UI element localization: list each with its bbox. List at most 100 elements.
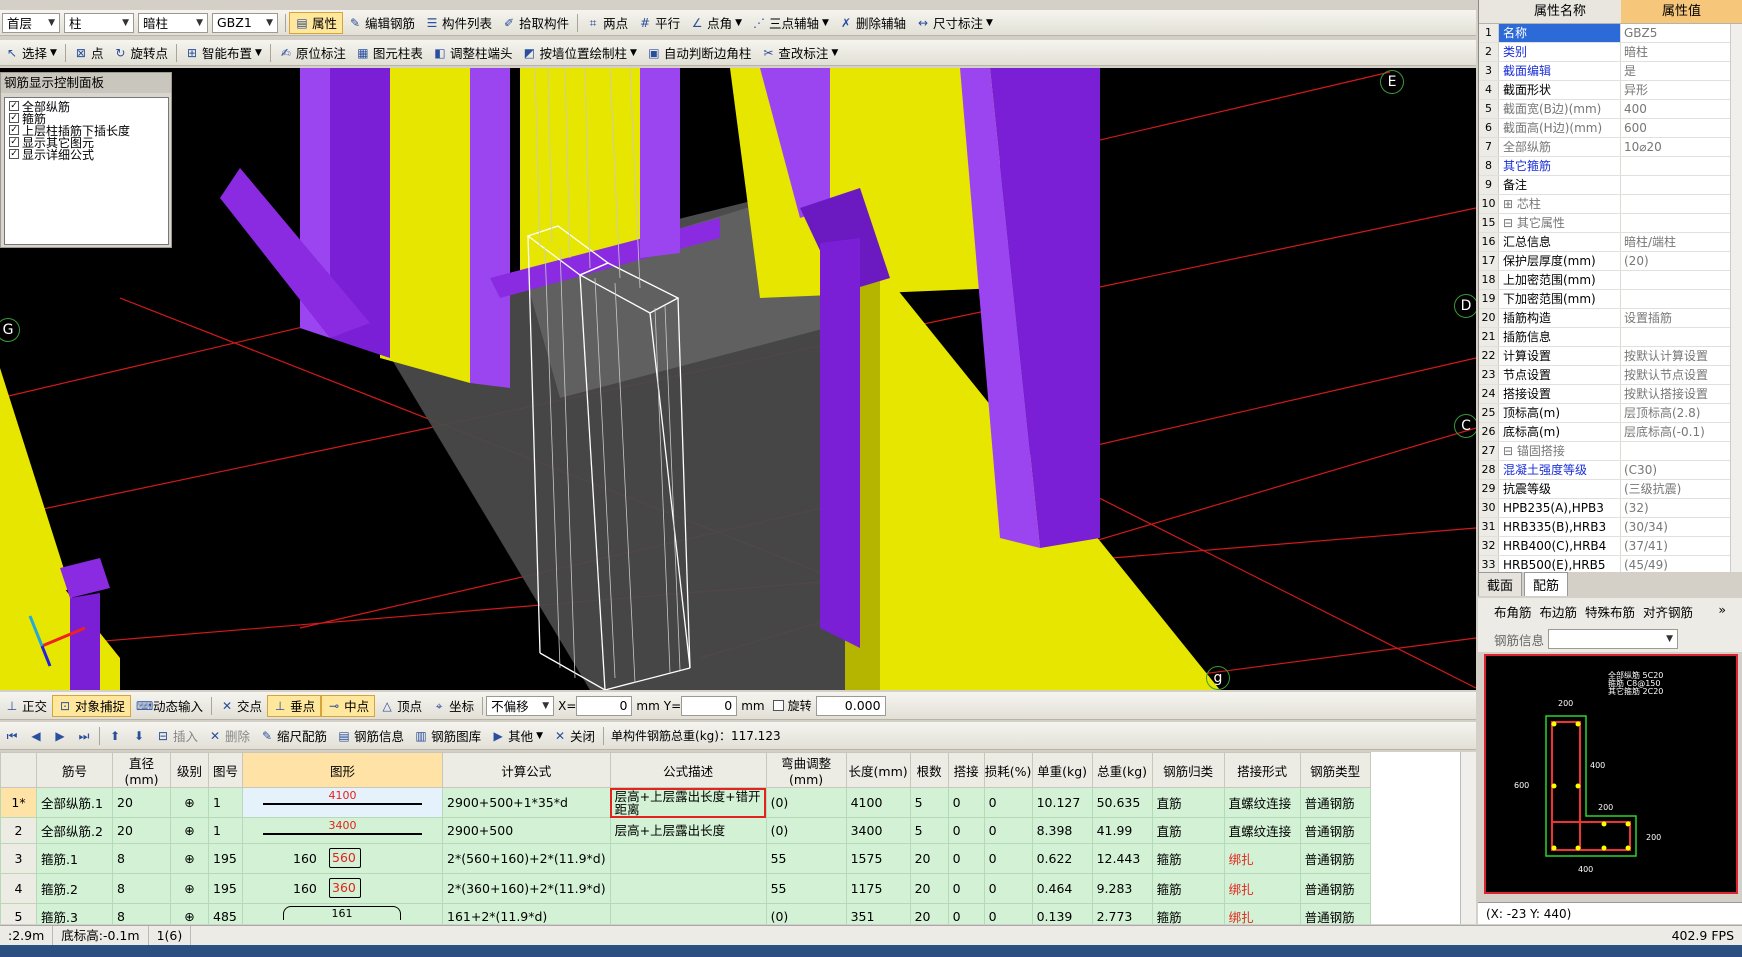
type-select[interactable]: 柱 ▼	[64, 12, 134, 33]
move-up-button[interactable]: ⬆	[103, 725, 127, 747]
property-row[interactable]: 8 其它箍筋	[1479, 157, 1742, 176]
shape-cell[interactable]: 160 360	[242, 873, 443, 904]
more-chevron-icon[interactable]: »	[1718, 602, 1726, 621]
diameter-cell[interactable]: 8	[112, 843, 171, 874]
formula-description-cell[interactable]	[609, 843, 767, 874]
property-row[interactable]: 27 ⊟ 锚固搭接	[1479, 442, 1742, 461]
formula-description-cell[interactable]	[609, 903, 767, 924]
count-cell[interactable]: 5	[909, 817, 949, 844]
lap-type-cell[interactable]: 直螺纹连接	[1223, 817, 1301, 844]
column-header[interactable]: 级别	[170, 752, 209, 788]
length-cell[interactable]: 351	[845, 903, 911, 924]
property-row[interactable]: 29 抗震等级 (三级抗震)	[1479, 480, 1742, 499]
rotate-point-button[interactable]: ↻ 旋转点	[108, 42, 173, 64]
midpoint-button[interactable]: ⊸ 中点	[321, 694, 376, 717]
row-number-cell[interactable]: 4	[0, 873, 37, 904]
total-weight-cell[interactable]: 41.99	[1091, 817, 1153, 844]
property-value[interactable]: 600	[1621, 119, 1742, 137]
first-record-button[interactable]: ⏮	[0, 725, 24, 747]
formula-description-cell[interactable]	[609, 873, 767, 904]
coordinate-button[interactable]: ⌖ 坐标	[427, 695, 479, 717]
align-bar-button[interactable]: 对齐钢筋	[1643, 602, 1693, 621]
unit-weight-cell[interactable]: 10.127	[1031, 787, 1093, 818]
property-row[interactable]: 25 顶标高(m) 层顶标高(2.8)	[1479, 404, 1742, 423]
property-row[interactable]: 22 计算设置 按默认计算设置	[1479, 347, 1742, 366]
diameter-cell[interactable]: 8	[112, 903, 171, 924]
auto-corner-button[interactable]: ▣ 自动判断边角柱	[642, 42, 757, 64]
in-place-label-button[interactable]: ✍ 原位标注	[274, 42, 351, 64]
property-row[interactable]: 23 节点设置 按默认节点设置	[1479, 366, 1742, 385]
property-row[interactable]: 3 截面编辑是	[1479, 62, 1742, 81]
column-header[interactable]	[0, 752, 37, 788]
column-header[interactable]: 钢筋归类	[1151, 752, 1225, 788]
lap-cell[interactable]: 0	[947, 787, 985, 818]
loss-cell[interactable]: 0	[983, 817, 1033, 844]
property-row[interactable]: 7 全部纵筋 10⌀20	[1479, 138, 1742, 157]
edit-rebar-button[interactable]: ✎ 编辑钢筋	[343, 12, 420, 34]
total-weight-cell[interactable]: 12.443	[1091, 843, 1153, 874]
lap-cell[interactable]: 0	[947, 903, 985, 924]
property-value[interactable]: (三级抗震)	[1621, 480, 1742, 498]
formula-cell[interactable]: 2*(560+160)+2*(11.9*d)	[442, 843, 611, 874]
count-cell[interactable]: 20	[909, 843, 949, 874]
loss-cell[interactable]: 0	[983, 843, 1033, 874]
column-header[interactable]: 长度(mm)	[845, 752, 911, 788]
count-cell[interactable]: 20	[909, 903, 949, 924]
property-row[interactable]: 26 底标高(m) 层底标高(-0.1)	[1479, 423, 1742, 442]
lap-cell[interactable]: 0	[947, 873, 985, 904]
floor-select[interactable]: 首层 ▼	[2, 12, 60, 33]
intersection-button[interactable]: ✕ 交点	[215, 695, 267, 717]
property-value[interactable]: 10⌀20	[1621, 138, 1742, 156]
count-cell[interactable]: 5	[909, 787, 949, 818]
insert-button[interactable]: ⊟ 插入	[151, 725, 203, 747]
property-value[interactable]	[1621, 271, 1742, 289]
length-cell[interactable]: 1175	[845, 873, 911, 904]
diameter-cell[interactable]: 20	[112, 817, 171, 844]
bar-name-cell[interactable]: 箍筋.3	[36, 903, 113, 924]
three-point-axis-button[interactable]: ⋰ 三点辅轴 ▼	[747, 12, 834, 34]
property-value[interactable]: (20)	[1621, 252, 1742, 270]
property-value[interactable]: 是	[1621, 62, 1742, 80]
table-row[interactable]: 5 箍筋.3 8 ⊕ 485 161 161+2*(11.9*d) (0) 351 20 0 0 0.1…	[0, 903, 1371, 924]
dimension-button[interactable]: ↔ 尺寸标注 ▼	[911, 12, 998, 34]
pick-component-button[interactable]: ✐ 拾取构件	[497, 12, 574, 34]
lap-type-cell[interactable]: 绑扎	[1223, 843, 1301, 874]
property-value[interactable]: 异形	[1621, 81, 1742, 99]
property-value[interactable]	[1621, 176, 1742, 194]
move-down-button[interactable]: ⬇	[127, 725, 151, 747]
category-cell[interactable]: 直筋	[1151, 787, 1225, 818]
prev-record-button[interactable]: ◀	[24, 725, 48, 747]
shape-cell[interactable]: 161	[242, 903, 443, 924]
bend-adjust-cell[interactable]: (0)	[765, 787, 847, 818]
total-weight-cell[interactable]: 9.283	[1091, 873, 1153, 904]
close-button[interactable]: ✕ 关闭	[548, 725, 600, 747]
property-row[interactable]: 9 备注	[1479, 176, 1742, 195]
parallel-button[interactable]: # 平行	[633, 12, 685, 34]
column-table-button[interactable]: ▦ 图元柱表	[351, 42, 428, 64]
row-number-cell[interactable]: 5	[0, 903, 37, 924]
formula-cell[interactable]: 2900+500+1*35*d	[442, 787, 611, 818]
bar-name-cell[interactable]: 全部纵筋.1	[36, 787, 113, 818]
column-header[interactable]: 搭接形式	[1223, 752, 1301, 788]
rebar-type-cell[interactable]: 普通钢筋	[1299, 817, 1371, 844]
property-row[interactable]: 24 搭接设置 按默认搭接设置	[1479, 385, 1742, 404]
property-value[interactable]: (37/41)	[1621, 537, 1742, 555]
check-label-button[interactable]: ✂ 查改标注 ▼	[756, 42, 843, 64]
figure-number-cell[interactable]: 485	[208, 903, 243, 924]
rotate-checkbox[interactable]	[772, 700, 784, 711]
row-number-cell[interactable]: 1*	[0, 787, 37, 818]
shape-cell[interactable]: 160 560	[242, 843, 443, 874]
property-value[interactable]: (30/34)	[1621, 518, 1742, 536]
last-record-button[interactable]: ⏭	[72, 725, 96, 747]
property-value[interactable]: (32)	[1621, 499, 1742, 517]
column-header[interactable]: 弯曲调整(mm)	[765, 752, 847, 788]
total-weight-cell[interactable]: 50.635	[1091, 787, 1153, 818]
formula-cell[interactable]: 161+2*(11.9*d)	[442, 903, 611, 924]
column-header[interactable]: 筋号	[36, 752, 113, 788]
bend-adjust-cell[interactable]: 55	[765, 843, 847, 874]
property-value[interactable]: 暗柱	[1621, 43, 1742, 61]
table-row[interactable]: 1* 全部纵筋.1 20 ⊕ 1 4100 2900+500+1*35*d 层高+上层露出长度…	[0, 787, 1371, 818]
tab-rebar[interactable]: 配筋	[1524, 572, 1569, 596]
column-header[interactable]: 总重(kg)	[1091, 752, 1153, 788]
object-snap-button[interactable]: ⊡ 对象捕捉	[52, 694, 132, 717]
